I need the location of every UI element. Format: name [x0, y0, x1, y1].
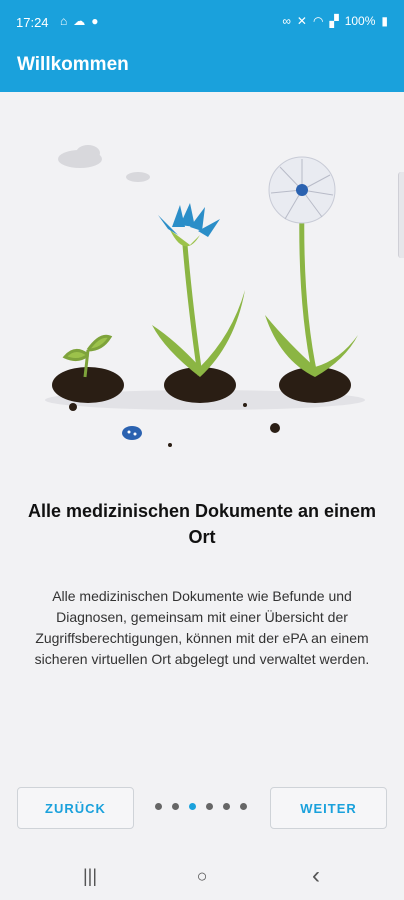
building-icon: ⌂ [60, 14, 68, 28]
status-bar: 17:24 ⌂ ☁ ● ∞ ✕ ◠ ▞ 100% ▮ [0, 0, 404, 44]
beetle-icon [122, 426, 142, 440]
app-bar: Willkommen [0, 44, 404, 92]
location-icon: ● [91, 14, 99, 28]
page-title: Willkommen [17, 54, 129, 75]
back-icon[interactable]: ‹ [304, 864, 328, 888]
plants-illustration [45, 145, 365, 447]
battery-icon: ▮ [381, 14, 388, 28]
page-indicator [155, 803, 247, 810]
link-icon: ∞ [282, 14, 291, 28]
system-nav-bar: ||| ○ ‹ [0, 852, 404, 900]
cloud-icon: ☁ [73, 14, 86, 28]
recents-icon[interactable]: ||| [78, 864, 102, 888]
back-button[interactable]: ZURÜCK [17, 787, 134, 829]
page-dot[interactable] [206, 803, 213, 810]
cloud-icon [58, 145, 150, 182]
home-icon[interactable]: ○ [190, 864, 214, 888]
wifi-icon: ◠ [312, 14, 324, 28]
edge-panel-handle[interactable] [398, 172, 404, 258]
page-dot[interactable] [240, 803, 247, 810]
onboarding-headline: Alle medizinischen Dokumente an einem Or… [27, 501, 377, 547]
page-dot[interactable] [223, 803, 230, 810]
page-dot[interactable] [155, 803, 162, 810]
next-button[interactable]: WEITER [270, 787, 387, 829]
signal-icon: ▞ [329, 14, 339, 28]
onboarding-description: Alle medizinischen Dokumente wie Befunde… [34, 588, 370, 667]
mute-icon: ✕ [296, 14, 307, 28]
clock: 17:24 [16, 15, 49, 30]
battery-percent: 100% [344, 14, 376, 28]
page-dot-active[interactable] [189, 803, 196, 810]
page-dot[interactable] [172, 803, 179, 810]
